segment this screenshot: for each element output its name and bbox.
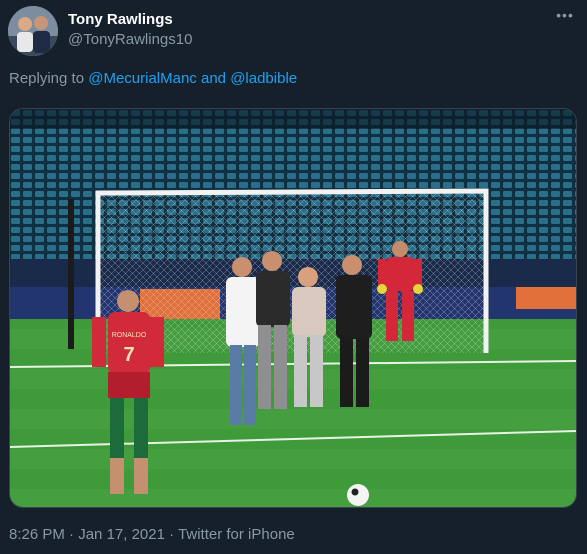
avatar-image: [8, 6, 58, 56]
tweet-photo[interactable]: RONALDO 7: [9, 108, 577, 508]
tweet-header: Tony Rawlings @TonyRawlings10 •••: [0, 0, 587, 70]
avatar[interactable]: [8, 6, 58, 56]
user-handle[interactable]: @TonyRawlings10: [68, 31, 192, 48]
reply-connector: and: [200, 70, 227, 87]
tweet-date[interactable]: Jan 17, 2021: [78, 526, 165, 543]
display-name[interactable]: Tony Rawlings: [68, 11, 173, 28]
meta-separator-2: ·: [169, 526, 175, 543]
meta-separator: ·: [69, 526, 75, 543]
reply-user-link-1[interactable]: @MecurialManc: [88, 70, 197, 87]
tweet-source[interactable]: Twitter for iPhone: [178, 526, 295, 543]
replying-prefix: Replying to: [9, 70, 85, 87]
tweet-meta: 8:26 PM · Jan 17, 2021 · Twitter for iPh…: [9, 526, 295, 543]
stadium-photo: RONALDO 7: [10, 109, 576, 507]
jersey-number: 7: [123, 344, 134, 366]
tweet-time[interactable]: 8:26 PM: [9, 526, 65, 543]
more-dots-icon[interactable]: •••: [555, 6, 575, 26]
jersey-name: RONALDO: [112, 332, 147, 339]
replying-to: Replying to @MecurialManc and @ladbible: [9, 70, 297, 87]
reply-user-link-2[interactable]: @ladbible: [230, 70, 297, 87]
